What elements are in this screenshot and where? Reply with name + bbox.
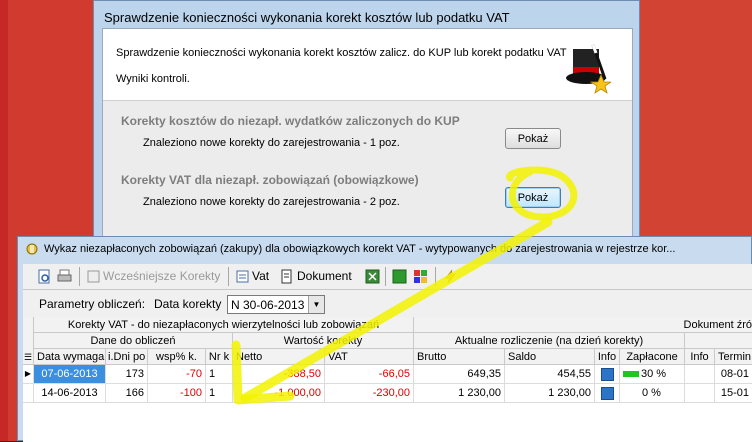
correction-date-label: Data korekty	[154, 297, 222, 311]
cell-net[interactable]: -1 000,00	[233, 384, 325, 403]
col-header-vat[interactable]: VAT	[325, 349, 414, 365]
subheader-correction-value: Wartość korekty	[233, 333, 414, 349]
cell-paid-value: 30 %	[641, 368, 667, 380]
cell-nr[interactable]: 1	[206, 365, 233, 384]
cell-paid[interactable]: 0 %	[620, 384, 685, 403]
background-red-strip	[0, 0, 8, 441]
group-header-source-document: Dokument źró	[414, 317, 752, 333]
section1-text: Znaleziono nowe korekty do zarejestrowan…	[143, 137, 400, 149]
color-grid-icon[interactable]	[413, 269, 428, 284]
earlier-corrections-button[interactable]: Wcześniejsze Korekty	[103, 268, 220, 285]
subheader-current-settlement: Aktualne rozliczenie (na dzień korekty)	[414, 333, 685, 349]
magic-hat-icon	[566, 44, 611, 94]
cell-paid[interactable]: 30 %	[620, 365, 685, 384]
print-icon[interactable]	[57, 269, 72, 284]
cell-pct[interactable]: -100	[148, 384, 206, 403]
col-header-gross[interactable]: Brutto	[414, 349, 505, 365]
green-square-icon[interactable]	[392, 269, 407, 284]
col-header-due-date[interactable]: Data wymagal	[34, 349, 106, 365]
correction-date-select[interactable]: N 30-06-2013 ▼	[227, 295, 325, 314]
parameters-bar: Parametry obliczeń: Data korekty N 30-06…	[23, 290, 752, 316]
preview-icon[interactable]	[37, 269, 52, 284]
background-right-area	[640, 0, 752, 236]
cell-days[interactable]: 173	[106, 365, 148, 384]
cell-due-date[interactable]: 14-06-2013	[34, 384, 106, 403]
dialog-results-text: Wyniki kontroli.	[116, 73, 190, 85]
cell-due-date[interactable]: 07-06-2013	[34, 365, 106, 384]
col-header-term[interactable]: Termin p	[715, 349, 752, 365]
correction-date-value: N 30-06-2013	[231, 298, 305, 312]
dialog-title: Sprawdzenie konieczności wykonania korek…	[104, 10, 510, 25]
cell-info2[interactable]	[685, 384, 715, 403]
subheader-empty	[685, 333, 752, 349]
check-dialog: Sprawdzenie konieczności wykonania korek…	[93, 0, 640, 240]
cell-vat[interactable]: -230,00	[325, 384, 414, 403]
toolbar-separator	[228, 267, 229, 286]
info-square-icon[interactable]	[600, 386, 614, 400]
col-header-info[interactable]: Info	[595, 349, 620, 365]
vat-button[interactable]: Vat	[252, 268, 269, 285]
show-vat-corrections-button[interactable]: Pokaż	[505, 187, 561, 208]
chevron-down-icon[interactable]: ▼	[308, 296, 324, 313]
section2-text: Znaleziono nowe korekty do zarejestrowan…	[143, 196, 400, 208]
app-icon	[26, 243, 38, 255]
dialog-header-text: Sprawdzenie konieczności wykonania korek…	[116, 47, 567, 59]
col-header-paid[interactable]: Zapłacone	[620, 349, 685, 365]
vat-icon	[236, 270, 249, 283]
toolbar-separator	[435, 267, 436, 286]
earlier-corrections-icon	[87, 270, 100, 283]
col-header-nr[interactable]: Nr k	[206, 349, 233, 365]
parameters-label: Parametry obliczeń:	[39, 297, 146, 311]
group-header-corrections: Korekty VAT - do niezapłaconych wierzyte…	[34, 317, 414, 333]
col-header-days[interactable]: i.Dni po	[106, 349, 148, 365]
section2-title: Korekty VAT dla niezapł. zobowiązań (obo…	[121, 173, 419, 187]
cell-gross[interactable]: 1 230,00	[414, 384, 505, 403]
cell-term[interactable]: 15-01	[715, 384, 752, 403]
cell-info[interactable]	[595, 384, 620, 403]
subheader-calc-data: Dane do obliczeń	[34, 333, 233, 349]
corrections-grid: Korekty VAT - do niezapłaconych wierzyte…	[23, 317, 752, 442]
col-header-balance[interactable]: Saldo	[505, 349, 595, 365]
document-icon	[281, 269, 292, 284]
lightning-icon[interactable]	[443, 269, 458, 284]
excel-export-icon[interactable]	[365, 269, 380, 284]
cell-info2[interactable]	[685, 365, 715, 384]
section1-title: Korekty kosztów do niezapł. wydatków zal…	[121, 114, 460, 128]
cell-term[interactable]: 08-01	[715, 365, 752, 384]
cell-gross[interactable]: 649,35	[414, 365, 505, 384]
dialog-body: Sprawdzenie konieczności wykonania korek…	[102, 28, 633, 237]
toolbar-separator	[385, 267, 386, 286]
row-selector-header-icon[interactable]: ☰	[23, 349, 34, 365]
paid-progress-bar	[623, 371, 639, 378]
document-button[interactable]: Dokument	[297, 268, 352, 285]
cell-pct[interactable]: -70	[148, 365, 206, 384]
window-client-area: Wcześniejsze Korekty Vat Dokument Parame…	[23, 264, 752, 442]
toolbar: Wcześniejsze Korekty Vat Dokument	[23, 264, 752, 290]
cell-info[interactable]	[595, 365, 620, 384]
cell-balance[interactable]: 454,55	[505, 365, 595, 384]
info-square-icon[interactable]	[600, 367, 614, 381]
dialog-header: Sprawdzenie konieczności wykonania korek…	[103, 29, 632, 101]
toolbar-separator	[79, 267, 80, 286]
row-pointer-icon[interactable]: ▶	[23, 365, 34, 384]
cell-balance[interactable]: 1 230,00	[505, 384, 595, 403]
col-header-net[interactable]: Netto	[233, 349, 325, 365]
col-header-info2[interactable]: Info	[685, 349, 715, 365]
show-cost-corrections-button[interactable]: Pokaż	[505, 128, 561, 149]
window-title: Wykaz niezapłaconych zobowiązań (zakupy)…	[44, 243, 676, 255]
row-selector[interactable]	[23, 384, 34, 403]
cell-net[interactable]: -388,50	[233, 365, 325, 384]
cell-days[interactable]: 166	[106, 384, 148, 403]
col-header-pct[interactable]: wsp% k.	[148, 349, 206, 365]
unpaid-liabilities-window: Wykaz niezapłaconych zobowiązań (zakupy)…	[17, 236, 752, 442]
cell-nr[interactable]: 1	[206, 384, 233, 403]
cell-vat[interactable]: -66,05	[325, 365, 414, 384]
